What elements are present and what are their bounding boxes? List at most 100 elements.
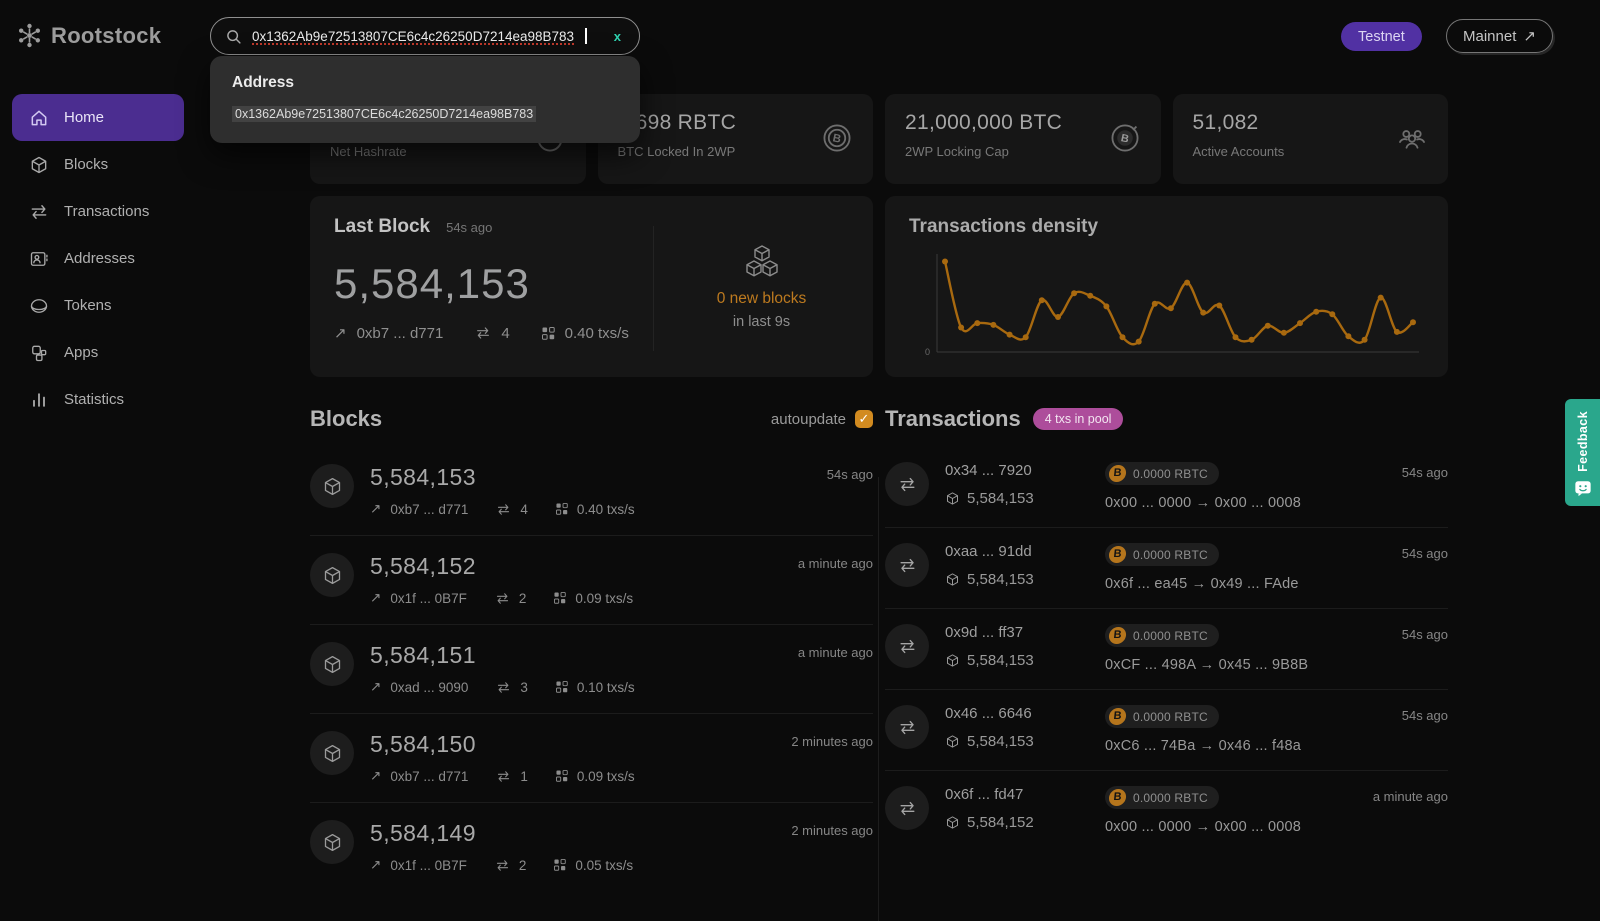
stat-value: 51,082 (1193, 111, 1429, 135)
chart-title: Transactions density (909, 216, 1424, 238)
block-row[interactable]: 5,584,149 ↗ 0x1f ... 0B7F 2 0.05 txs/s 2… (310, 803, 873, 891)
block-row[interactable]: 5,584,153 ↗ 0xb7 ... d771 4 0.40 txs/s 5… (310, 447, 873, 536)
swap-icon (898, 475, 917, 494)
grid-icon (556, 503, 568, 515)
swap-icon (898, 556, 917, 575)
block-miner[interactable]: 0xb7 ... d771 (390, 769, 468, 784)
transaction-row[interactable]: 0x6f ... fd47 5,584,152 B 0.0000 RBTC 0x… (885, 771, 1448, 851)
autoupdate-label: autoupdate (771, 411, 846, 428)
tx-hash[interactable]: 0xaa ... 91dd (945, 543, 1105, 560)
tx-route[interactable]: 0x00 ... 0000 → 0x00 ... 0008 (1105, 819, 1373, 835)
block-miner[interactable]: 0xb7 ... d771 (390, 502, 468, 517)
tx-block-number[interactable]: 5,584,153 (967, 652, 1034, 669)
transaction-row[interactable]: 0xaa ... 91dd 5,584,153 B 0.0000 RBTC 0x… (885, 528, 1448, 609)
stat-label: Net Hashrate (330, 144, 566, 159)
new-blocks-count: 0 new blocks (654, 290, 869, 308)
block-rate: 0.09 txs/s (575, 591, 633, 606)
block-rate: 0.40 txs/s (577, 502, 635, 517)
sidebar-item-apps[interactable]: Apps (12, 329, 184, 376)
block-time: 54s ago (827, 464, 873, 517)
sidebar-item-label: Statistics (64, 391, 124, 408)
transactions-density-panel: Transactions density 0 (885, 196, 1448, 377)
sidebar-item-statistics[interactable]: Statistics (12, 376, 184, 423)
miner-arrow-icon: ↗ (370, 590, 381, 606)
feedback-button[interactable]: Feedback (1565, 399, 1600, 506)
tx-value: 0.0000 RBTC (1133, 548, 1208, 562)
transaction-row[interactable]: 0x46 ... 6646 5,584,153 B 0.0000 RBTC 0x… (885, 690, 1448, 771)
search-results-dropdown: Address 0x1362Ab9e72513807CE6c4c26250D72… (210, 56, 640, 143)
swap-icon (495, 858, 510, 873)
mainnet-button[interactable]: Mainnet ↗ (1446, 19, 1553, 53)
block-miner[interactable]: 0xad ... 9090 (390, 680, 468, 695)
swap-icon (898, 637, 917, 656)
cube-icon (322, 476, 343, 497)
tx-hash[interactable]: 0x9d ... ff37 (945, 624, 1105, 641)
sidebar-item-label: Addresses (64, 250, 135, 267)
tx-hash[interactable]: 0x34 ... 7920 (945, 462, 1105, 479)
cube-icon (945, 653, 960, 668)
search-input[interactable]: 0x1362Ab9e72513807CE6c4c26250D7214ea98B7… (210, 17, 640, 55)
tx-route[interactable]: 0x00 ... 0000 → 0x00 ... 0008 (1105, 495, 1402, 511)
tx-block-number[interactable]: 5,584,153 (967, 490, 1034, 507)
bar-chart-icon (29, 390, 49, 410)
coin-icon (29, 296, 49, 316)
tx-block-number[interactable]: 5,584,152 (967, 814, 1034, 831)
home-icon (29, 108, 49, 128)
tx-value-badge: B 0.0000 RBTC (1105, 462, 1219, 485)
sidebar-item-transactions[interactable]: Transactions (12, 188, 184, 235)
stat-card-locking-cap: 21,000,000 BTC 2WP Locking Cap B (885, 94, 1161, 184)
tx-time: 54s ago (1402, 624, 1448, 673)
tx-value-badge: B 0.0000 RBTC (1105, 624, 1219, 647)
sidebar-item-tokens[interactable]: Tokens (12, 282, 184, 329)
address-result-item[interactable]: 0x1362Ab9e72513807CE6c4c26250D7214ea98B7… (232, 106, 536, 122)
tx-time: 54s ago (1402, 543, 1448, 592)
tx-hash[interactable]: 0x6f ... fd47 (945, 786, 1105, 803)
stat-value: 21,000,000 BTC (905, 111, 1141, 135)
autoupdate-checkbox[interactable]: ✓ (855, 410, 873, 428)
search-value[interactable]: 0x1362Ab9e72513807CE6c4c26250D7214ea98B7… (252, 29, 574, 44)
sidebar-item-label: Home (64, 109, 104, 126)
tx-block-number[interactable]: 5,584,153 (967, 733, 1034, 750)
last-block-rate: 0.40 txs/s (565, 325, 629, 342)
cube-icon (945, 815, 960, 830)
testnet-button[interactable]: Testnet (1341, 22, 1422, 51)
block-number[interactable]: 5,584,152 (370, 553, 633, 580)
block-number[interactable]: 5,584,151 (370, 642, 635, 669)
grid-icon (556, 681, 568, 693)
last-block-miner[interactable]: 0xb7 ... d771 (357, 325, 444, 342)
clear-search-button[interactable]: x (610, 29, 625, 44)
search-icon (225, 28, 242, 45)
tx-block-number[interactable]: 5,584,153 (967, 571, 1034, 588)
tx-route[interactable]: 0x6f ... ea45 → 0x49 ... FAde (1105, 576, 1402, 592)
rootstock-logo[interactable]: Rootstock (16, 22, 161, 49)
block-row[interactable]: 5,584,151 ↗ 0xad ... 9090 3 0.10 txs/s a… (310, 625, 873, 714)
sidebar-item-blocks[interactable]: Blocks (12, 141, 184, 188)
block-miner[interactable]: 0x1f ... 0B7F (390, 858, 467, 873)
block-number[interactable]: 5,584,149 (370, 820, 633, 847)
transaction-row[interactable]: 0x9d ... ff37 5,584,153 B 0.0000 RBTC 0x… (885, 609, 1448, 690)
block-time: a minute ago (798, 642, 873, 695)
result-section-title: Address (232, 74, 618, 92)
bitcoin-coin-icon: B (1108, 465, 1127, 482)
block-number[interactable]: 5,584,150 (370, 731, 635, 758)
txs-in-pool-badge[interactable]: 4 txs in pool (1033, 408, 1124, 430)
tx-hash[interactable]: 0x46 ... 6646 (945, 705, 1105, 722)
stat-value: 5,698 RBTC (618, 111, 854, 135)
transaction-row[interactable]: 0x34 ... 7920 5,584,153 B 0.0000 RBTC 0x… (885, 447, 1448, 528)
block-time: 2 minutes ago (791, 731, 873, 784)
miner-arrow-icon: ↗ (370, 501, 381, 517)
tx-route[interactable]: 0xC6 ... 74Ba → 0x46 ... f48a (1105, 738, 1402, 754)
tx-value: 0.0000 RBTC (1133, 791, 1208, 805)
block-row[interactable]: 5,584,152 ↗ 0x1f ... 0B7F 2 0.09 txs/s a… (310, 536, 873, 625)
stat-label: Active Accounts (1193, 144, 1429, 159)
sidebar-item-home[interactable]: Home (12, 94, 184, 141)
block-row[interactable]: 5,584,150 ↗ 0xb7 ... d771 1 0.09 txs/s 2… (310, 714, 873, 803)
cube-icon (945, 491, 960, 506)
sidebar-item-addresses[interactable]: Addresses (12, 235, 184, 282)
tx-value-badge: B 0.0000 RBTC (1105, 786, 1219, 809)
tx-route[interactable]: 0xCF ... 498A → 0x45 ... 9B8B (1105, 657, 1402, 673)
rootstock-logo-icon (16, 22, 43, 49)
miner-arrow-icon: ↗ (370, 679, 381, 695)
block-number[interactable]: 5,584,153 (370, 464, 635, 491)
block-miner[interactable]: 0x1f ... 0B7F (390, 591, 467, 606)
